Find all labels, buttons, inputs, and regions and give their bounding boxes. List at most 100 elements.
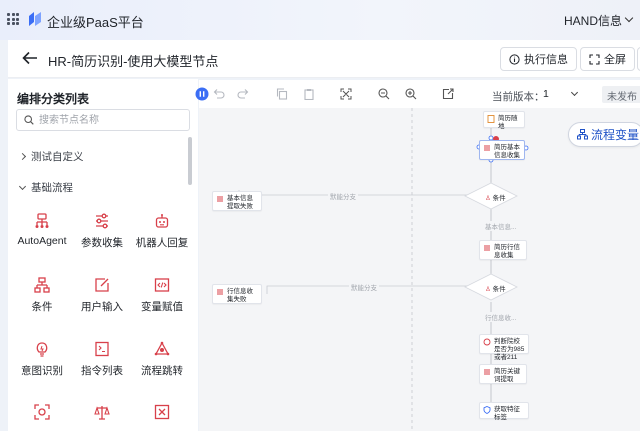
paste-icon[interactable] [303, 88, 315, 100]
export-icon[interactable] [442, 88, 454, 100]
fullscreen-icon [589, 53, 600, 65]
edge-label[interactable]: 默能分支 [328, 191, 358, 201]
page-header: HR-简历识别-使用大模型节点 执行信息 全屏 [8, 40, 640, 78]
flow-node-school-check[interactable]: 判断院校是否为985或者211 [479, 334, 529, 361]
status-badge: 未发布 [602, 86, 640, 103]
condition-icon: ♙ [485, 286, 491, 293]
node-target[interactable] [12, 404, 72, 420]
transform-icon [154, 404, 170, 420]
run-info-button[interactable]: 执行信息 [500, 47, 577, 71]
scrollbar[interactable] [188, 137, 192, 185]
edge-label[interactable]: 行信息收... [483, 312, 519, 322]
undo-icon[interactable] [213, 88, 225, 100]
version-select[interactable]: 1 [537, 85, 583, 103]
node-user-input[interactable]: 用户输入 [72, 277, 132, 314]
node-autoagent[interactable]: AutoAgent [12, 213, 72, 247]
node-label: 机器人回复 [135, 237, 189, 249]
sliders-icon [96, 213, 108, 229]
flow-node-row-info[interactable]: 简历行信息收集 [479, 240, 527, 260]
flow-variables-label: 流程变量 [591, 128, 640, 142]
platform-logo-icon [29, 12, 41, 26]
node-var-assign[interactable]: 变量赋值 [132, 277, 192, 314]
redo-icon[interactable] [237, 88, 249, 100]
company-switcher[interactable]: HAND信息 [564, 12, 622, 29]
ai-node-icon [483, 338, 491, 346]
node-label: 参数收集 [81, 237, 123, 249]
edge-label[interactable]: 基本信息... [483, 221, 519, 231]
zoom-in-icon[interactable] [405, 88, 417, 100]
node-label: AutoAgent [17, 235, 67, 247]
node-condition[interactable]: 条件 [12, 277, 72, 314]
back-arrow-icon[interactable] [22, 51, 38, 65]
chevron-down-icon[interactable] [624, 13, 634, 23]
canvas-toolbar: 当前版本： 1 未发布 [195, 80, 640, 108]
flow-node-row-fail[interactable]: 行信息收集失败 [212, 284, 262, 304]
shield-icon [483, 406, 491, 414]
edit-icon [95, 278, 109, 292]
flow-canvas[interactable]: 流程变量 简历随地 简历基本信息收集 基本信息提取失败 ♙ 条件 简历行信息收集… [199, 108, 640, 431]
collect-icon [217, 289, 223, 295]
fit-view-icon[interactable] [340, 88, 352, 100]
condition-node-1[interactable]: ♙ 条件 [485, 192, 506, 202]
chevron-down-icon [570, 88, 579, 97]
flow-node-feature-tag[interactable]: 获取特征标签 [479, 402, 529, 421]
copy-icon[interactable] [276, 88, 288, 100]
group-basic-flow[interactable]: 基础流程 [18, 180, 73, 195]
jump-icon [154, 341, 170, 356]
node-category-panel: 编排分类列表 测试自定义 基础流程 AutoAgent 参数收集 机器人回复 条… [8, 79, 198, 431]
node-transform[interactable] [132, 404, 192, 420]
code-icon [154, 278, 170, 292]
flow-node-start[interactable]: 简历随地 [483, 111, 525, 130]
node-label: 条件 [31, 301, 53, 313]
group-label: 基础流程 [31, 182, 73, 194]
node-label: 用户输入 [81, 301, 123, 313]
app-grid-icon[interactable] [7, 13, 19, 25]
node-param-collect[interactable]: 参数收集 [72, 213, 132, 250]
node-flow-jump[interactable]: 流程跳转 [132, 341, 192, 378]
fullscreen-button[interactable]: 全屏 [580, 47, 635, 71]
flow-node-keyword[interactable]: 简历关键词提取 [479, 364, 527, 384]
lightbulb-icon [36, 342, 48, 357]
condition-icon: ♙ [485, 195, 491, 202]
node-intent[interactable]: 意图识别 [12, 341, 72, 378]
node-robot-reply[interactable]: 机器人回复 [132, 213, 192, 250]
search-icon [24, 115, 34, 125]
network-icon [577, 129, 588, 140]
group-test-custom[interactable]: 测试自定义 [18, 149, 84, 164]
app-title: 企业级PaaS平台 [47, 15, 144, 30]
flow-variables-button[interactable]: 流程变量 [568, 122, 640, 147]
chevron-down-icon [18, 182, 27, 190]
edge-label[interactable]: 默能分支 [349, 282, 379, 292]
document-icon [487, 115, 495, 123]
collect-icon [484, 369, 490, 375]
flow-node-basic-fail[interactable]: 基本信息提取失败 [212, 191, 262, 211]
node-label: 指令列表 [81, 365, 123, 377]
node-label: 变量赋值 [141, 301, 183, 313]
search-input[interactable] [39, 113, 179, 127]
node-label: 流程跳转 [141, 365, 183, 377]
collect-icon [484, 145, 490, 151]
chevron-right-icon [18, 152, 27, 161]
condition-node-2[interactable]: ♙ 条件 [485, 283, 506, 293]
zoom-out-icon[interactable] [378, 88, 390, 100]
page-title: HR-简历识别-使用大模型节点 [48, 54, 219, 69]
run-info-label: 执行信息 [524, 54, 568, 66]
flow-edges [235, 108, 529, 431]
node-balance[interactable] [72, 404, 132, 420]
pause-icon[interactable] [195, 87, 209, 101]
target-icon [34, 404, 50, 420]
group-label: 测试自定义 [31, 151, 84, 163]
node-label: 意图识别 [21, 365, 63, 377]
version-value: 1 [543, 88, 549, 100]
condition-tree-icon [34, 277, 50, 293]
balance-icon [94, 406, 110, 420]
flow-node-basic-info[interactable]: 简历基本信息收集 [479, 140, 525, 160]
robot-network-icon [35, 213, 49, 228]
node-command-list[interactable]: 指令列表 [72, 341, 132, 378]
fullscreen-label: 全屏 [604, 54, 626, 66]
top-bar: 企业级PaaS平台 HAND信息 [0, 0, 640, 40]
list-icon [95, 341, 109, 357]
node-search[interactable] [16, 109, 190, 131]
collect-icon [217, 196, 223, 202]
info-icon [509, 53, 520, 65]
